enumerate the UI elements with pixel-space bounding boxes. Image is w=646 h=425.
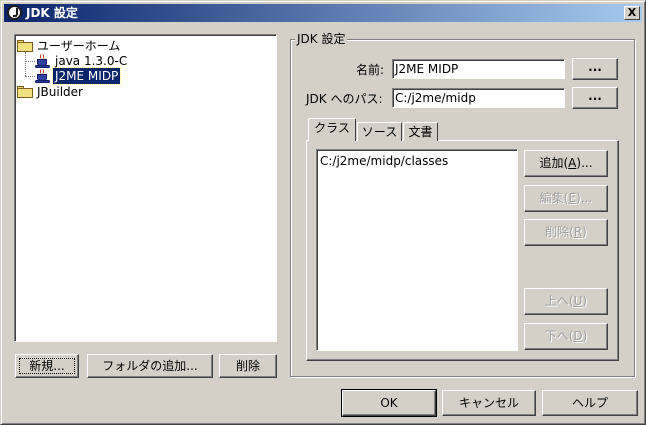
jdk-path-browse-button[interactable]: ... — [572, 87, 618, 109]
new-button[interactable]: 新規... — [15, 354, 79, 378]
tree-connector — [25, 52, 26, 76]
move-down-button[interactable]: 下へ(D) — [524, 323, 608, 350]
class-path-list[interactable]: C:/j2me/midp/classes — [316, 149, 518, 351]
tree-connector — [25, 61, 35, 62]
tab-classes[interactable]: クラス — [308, 118, 356, 141]
name-label: 名前: — [356, 63, 385, 77]
delete-button[interactable]: 削除 — [219, 354, 277, 378]
folder-icon — [17, 86, 33, 98]
tree-connector — [25, 76, 35, 77]
tree-item-label: java 1.3.0-C — [55, 54, 128, 68]
move-up-button[interactable]: 上へ(U) — [524, 288, 608, 315]
add-folder-button[interactable]: フォルダの追加... — [87, 354, 213, 378]
edit-path-button[interactable]: 編集(E)... — [524, 185, 608, 212]
list-item[interactable]: C:/j2me/midp/classes — [320, 154, 448, 168]
ok-button[interactable]: OK — [341, 389, 437, 417]
tree-item-label-selected: J2ME MIDP — [51, 67, 122, 85]
jbuilder-app-icon — [7, 5, 22, 20]
folder-icon — [17, 40, 33, 52]
java-cup-icon — [35, 69, 51, 83]
remove-path-button[interactable]: 削除(R) — [524, 219, 608, 246]
tree-item-label: ユーザーホーム — [37, 39, 121, 53]
close-button[interactable]: X — [624, 6, 640, 20]
help-button[interactable]: ヘルプ — [542, 390, 638, 416]
cancel-button[interactable]: キャンセル — [442, 390, 536, 416]
java-cup-icon — [35, 54, 51, 68]
name-browse-button[interactable]: ... — [572, 58, 618, 80]
jdk-tree[interactable]: ユーザーホーム java 1.3.0-C J2ME MIDP JBuilder — [14, 34, 277, 342]
jdk-path-label: JDK へのパス: — [306, 92, 383, 106]
tab-sources[interactable]: ソース — [357, 122, 402, 141]
add-path-button[interactable]: 追加(A)... — [524, 150, 608, 177]
tab-documents[interactable]: 文書 — [403, 122, 438, 141]
jdk-settings-dialog: JDK 設定 X ユーザーホーム java 1.3.0-C J2ME MIDP … — [0, 0, 646, 425]
jdk-settings-group-label: JDK 設定 — [295, 32, 348, 46]
title-bar[interactable]: JDK 設定 X — [4, 4, 642, 22]
jdk-path-field[interactable]: C:/j2me/midp — [392, 88, 565, 108]
window-title: JDK 設定 — [26, 6, 78, 20]
close-icon: X — [627, 6, 637, 19]
tree-item-label: JBuilder — [37, 85, 83, 99]
name-field[interactable]: J2ME MIDP — [392, 59, 565, 79]
